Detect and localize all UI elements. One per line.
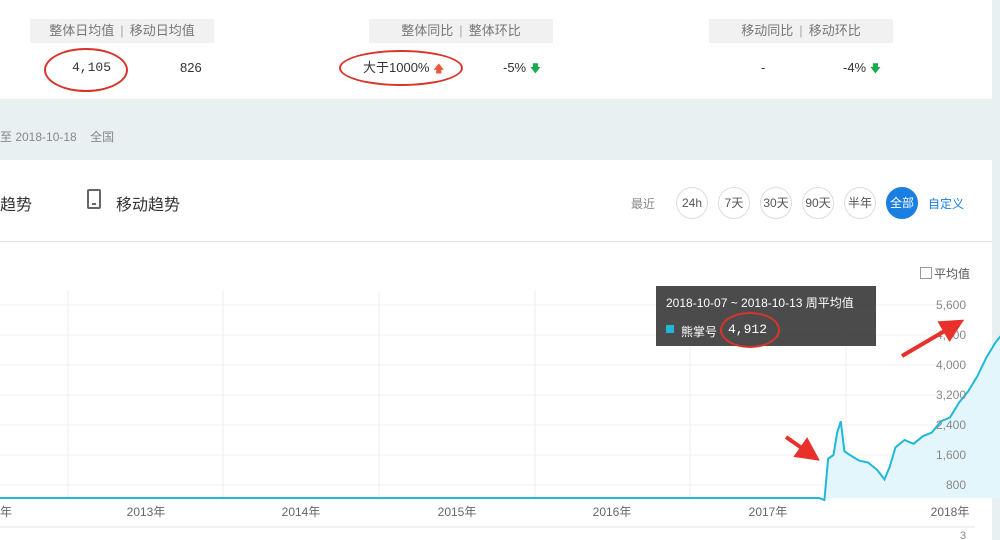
- y-tick-label: 2,400: [936, 418, 966, 432]
- x-tick-label: 年: [0, 505, 12, 519]
- truncated-tick: 3: [960, 530, 966, 540]
- x-tick-label: 2014年: [282, 505, 321, 519]
- tooltip-title: 2018-10-07 ~ 2018-10-13 周平均值: [666, 296, 854, 310]
- y-tick-label: 1,600: [936, 448, 966, 462]
- y-tick-label: 4,000: [936, 358, 966, 372]
- tooltip-series-name: 熊掌号: [681, 325, 718, 339]
- x-tick-label: 2015年: [438, 505, 477, 519]
- annotation-ring: [720, 312, 780, 348]
- x-tick-label: 2017年: [749, 505, 788, 519]
- x-tick-label: 2018年: [931, 505, 970, 519]
- y-tick-label: 800: [946, 478, 966, 492]
- x-tick-label: 2016年: [593, 505, 632, 519]
- trend-chart: 8001,6002,4003,2004,0004,8005,600 年 2013年…: [0, 291, 1000, 540]
- x-axis-labels: 年 2013年 2014年 2015年 2016年 2017年 2018年: [0, 505, 969, 519]
- y-tick-label: 5,600: [936, 298, 966, 312]
- y-tick-label: 3,200: [936, 388, 966, 402]
- x-tick-label: 2013年: [127, 505, 166, 519]
- series-color-swatch: [666, 325, 674, 333]
